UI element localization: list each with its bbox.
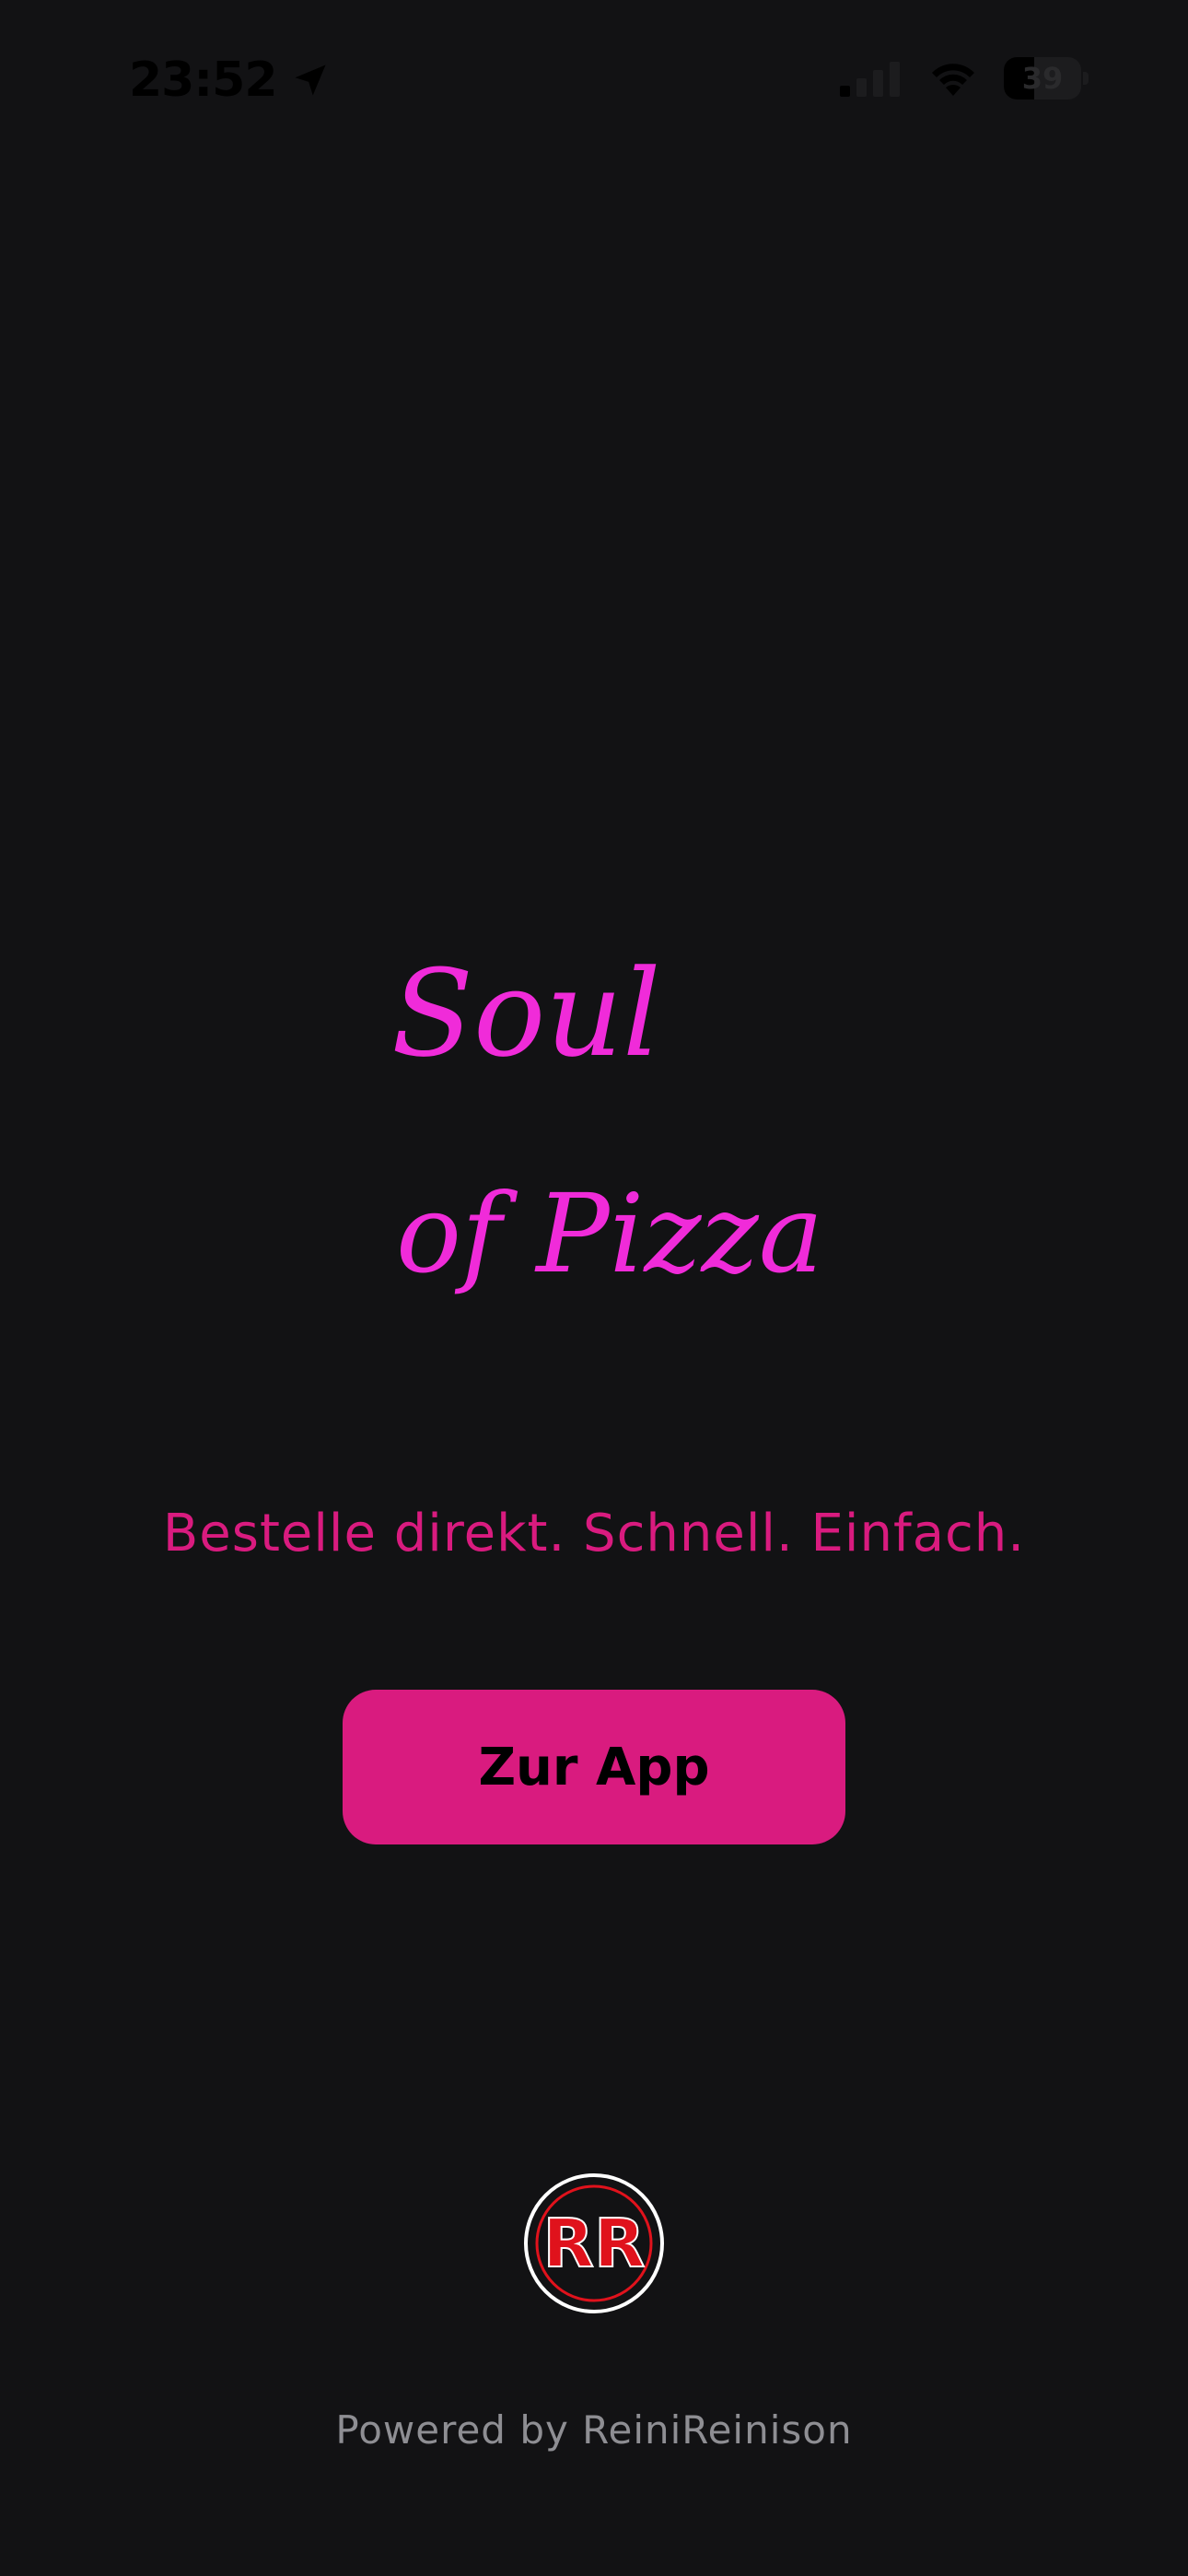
powered-by-text: Powered by ReiniReinison: [335, 2407, 853, 2453]
vendor-badge-initials: RR: [543, 2205, 646, 2282]
brand-logo: Soul of Pizza: [391, 943, 820, 1297]
location-arrow-icon: [295, 64, 326, 96]
status-time-group: 23:52: [129, 48, 331, 112]
wifi-icon: [932, 64, 974, 96]
battery-level: 39: [1021, 61, 1064, 96]
open-app-button-label: Zur App: [478, 1737, 710, 1797]
status-bar: 23:52 39: [0, 0, 1188, 157]
status-time: 23:52: [129, 53, 278, 108]
vendor-badge: RR: [524, 2173, 664, 2313]
splash-screen: 23:52 39 Soul of Pizza Bestelle direkt. …: [0, 0, 1188, 2576]
tagline: Bestelle direkt. Schnell. Einfach.: [162, 1504, 1026, 1563]
open-app-button[interactable]: Zur App: [343, 1690, 845, 1844]
battery-cap: [1083, 72, 1089, 85]
cellular-signal-icon: [840, 62, 900, 97]
status-icons: 39: [838, 57, 1089, 100]
brand-name-line2: of Pizza: [396, 1170, 820, 1297]
battery-icon: 39: [1004, 57, 1089, 100]
brand-name-line1: Soul: [391, 943, 661, 1083]
